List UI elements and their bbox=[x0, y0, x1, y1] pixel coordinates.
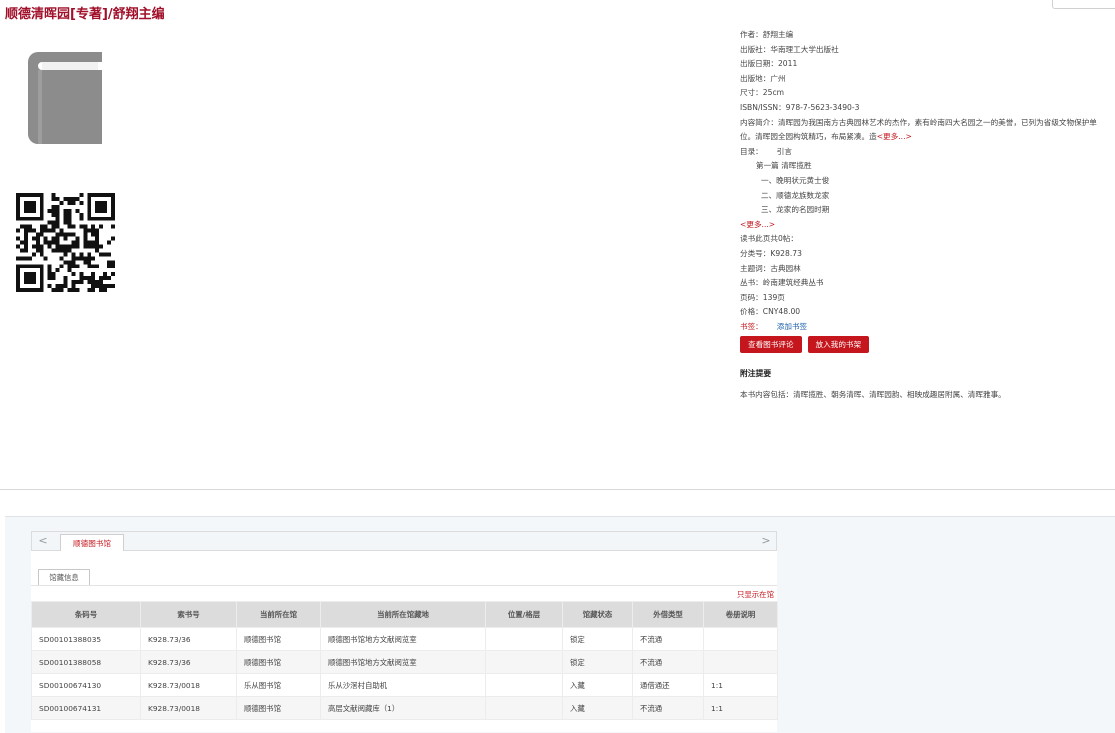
location-cell: 高层文献阅藏库（1） bbox=[320, 696, 486, 720]
qr-code-icon bbox=[16, 193, 115, 292]
volume-cell bbox=[703, 650, 778, 674]
size-line: 尺寸：25cm bbox=[740, 88, 785, 98]
bookmark-line: 书签： 添加书签 bbox=[740, 320, 1110, 335]
callno-cell: K928.73/0018 bbox=[140, 696, 237, 720]
library-tab-strip bbox=[31, 531, 777, 551]
isbn-line: ISBN/ISSN：978-7-5623-3490-3 bbox=[740, 102, 860, 112]
shelf-cell bbox=[485, 696, 563, 720]
column-header: 当前所在馆藏地 bbox=[320, 601, 486, 628]
tab-next-button[interactable]: > bbox=[757, 533, 775, 549]
shelf-cell bbox=[485, 673, 563, 697]
barcode-cell: SD00101388058 bbox=[31, 650, 141, 674]
author-line: 作者：舒翔主编 bbox=[740, 30, 794, 39]
summary-text: 内容简介：清晖园为我国南方古典园林艺术的杰作，素有岭南四大名园之一的美誉，已列为… bbox=[740, 117, 1097, 142]
volume-cell bbox=[703, 627, 778, 651]
volume-cell: 1:1 bbox=[703, 696, 778, 720]
notes-title: 附注提要 bbox=[740, 369, 772, 379]
loan-type-cell: 不流通 bbox=[632, 650, 704, 674]
toc-label: 目录： bbox=[740, 146, 763, 156]
view-reviews-button[interactable]: 查看图书评论 bbox=[740, 336, 802, 354]
toc-line: 二、顺德龙族数龙家 bbox=[761, 190, 830, 200]
toc-more-link[interactable]: <更多...> bbox=[740, 218, 1110, 233]
subject-line: 主题词：古典园林 bbox=[740, 263, 801, 273]
column-header: 索书号 bbox=[140, 601, 237, 628]
summary-more-link[interactable]: <更多...> bbox=[877, 132, 912, 141]
table-row: SD00101388035 K928.73/36 顺德图书馆 顺德图书馆地方文献… bbox=[31, 627, 778, 651]
location-cell: 顺德图书馆地方文献阅览室 bbox=[320, 650, 486, 674]
series-line: 丛书：岭南建筑经典丛书 bbox=[740, 278, 824, 288]
toc-line: 第一篇 清晖揽胜 bbox=[756, 161, 812, 171]
add-bookmark-link[interactable]: 添加书签 bbox=[763, 322, 807, 331]
status-cell: 入藏 bbox=[562, 696, 633, 720]
table-row: SD00100674131 K928.73/0018 顺德图书馆 高层文献阅藏库… bbox=[31, 696, 778, 720]
page-title: 顺德清晖园[专著]/舒翔主编 bbox=[5, 7, 165, 22]
status-cell: 锁定 bbox=[562, 650, 633, 674]
top-corner-widget[interactable] bbox=[1052, 0, 1115, 9]
loan-type-cell: 不流通 bbox=[632, 627, 704, 651]
status-cell: 入藏 bbox=[562, 673, 633, 697]
subtab-underline bbox=[31, 585, 777, 586]
column-header: 馆藏状态 bbox=[562, 601, 633, 628]
loan-type-cell: 不流通 bbox=[632, 696, 704, 720]
bookmark-label: 书签： bbox=[740, 321, 763, 331]
library-cell: 顺德图书馆 bbox=[236, 627, 321, 651]
classno-line: 分类号：K928.73 bbox=[740, 248, 802, 258]
toc-first-line: 目录： 引言 bbox=[740, 145, 1110, 160]
column-header: 条码号 bbox=[31, 601, 141, 628]
add-to-shelf-button[interactable]: 放入我的书架 bbox=[807, 336, 870, 354]
shelf-cell bbox=[485, 627, 563, 651]
pub-date-line: 出版日期：2011 bbox=[740, 59, 798, 69]
barcode-cell: SD00100674130 bbox=[31, 673, 141, 697]
table-row: SD00101388058 K928.73/36 顺德图书馆 顺德图书馆地方文献… bbox=[31, 650, 778, 674]
tab-shunde-library[interactable]: 顺德图书馆 bbox=[60, 534, 124, 551]
loan-type-cell: 通借通还 bbox=[632, 673, 704, 697]
library-cell: 顺德图书馆 bbox=[236, 650, 321, 674]
status-cell: 锁定 bbox=[562, 627, 633, 651]
table-row: SD00100674130 K928.73/0018 乐从图书馆 乐从沙滘村自助… bbox=[31, 673, 778, 697]
price-line: 价格：CNY48.00 bbox=[740, 307, 801, 317]
callno-cell: K928.73/36 bbox=[140, 650, 237, 674]
toc-line: 三、龙家的名园时期 bbox=[761, 205, 830, 215]
barcode-cell: SD00101388035 bbox=[31, 627, 141, 651]
section-divider bbox=[0, 489, 1115, 490]
holdings-table: 条码号 索书号 当前所在馆 当前所在馆藏地 位置/格层 馆藏状态 外借类型 卷册… bbox=[31, 601, 778, 720]
callno-cell: K928.73/0018 bbox=[140, 673, 237, 697]
pub-place-line: 出版地：广州 bbox=[740, 73, 786, 83]
column-header: 外借类型 bbox=[632, 601, 704, 628]
volume-cell: 1:1 bbox=[703, 673, 778, 697]
tab-prev-button[interactable]: < bbox=[34, 533, 52, 549]
library-cell: 乐从图书馆 bbox=[236, 673, 321, 697]
pages-line: 页码：139页 bbox=[740, 292, 785, 302]
publisher-line: 出版社：华南理工大学出版社 bbox=[740, 44, 839, 54]
column-header: 当前所在馆 bbox=[236, 601, 321, 628]
notes-text: 本书内容包括：清晖揽胜、朝务清晖、清晖园韵、相映成趣居附属、清晖雅事。 bbox=[740, 390, 1006, 400]
table-header-row: 条码号 索书号 当前所在馆 当前所在馆藏地 位置/格层 馆藏状态 外借类型 卷册… bbox=[31, 601, 778, 628]
column-header: 卷册说明 bbox=[703, 601, 778, 628]
toc-line: 引言 bbox=[776, 146, 792, 156]
toc-line: 一、晚明状元黄士俊 bbox=[761, 175, 830, 185]
book-metadata: 作者：舒翔主编 出版社：华南理工大学出版社 出版日期：2011 出版地：广州 尺… bbox=[740, 28, 1110, 403]
location-cell: 乐从沙滘村自助机 bbox=[320, 673, 486, 697]
location-cell: 顺德图书馆地方文献阅览室 bbox=[320, 627, 486, 651]
callno-cell: K928.73/36 bbox=[140, 627, 237, 651]
shelf-cell bbox=[485, 650, 563, 674]
reviews-line: 读书此页共0帖： bbox=[740, 234, 798, 244]
barcode-cell: SD00100674131 bbox=[31, 696, 141, 720]
summary-block: 内容简介：清晖园为我国南方古典园林艺术的杰作，素有岭南四大名园之一的美誉，已列为… bbox=[740, 116, 1110, 145]
tab-holdings-info[interactable]: 馆藏信息 bbox=[38, 569, 90, 586]
action-buttons: 查看图书评论 放入我的书架 bbox=[740, 336, 1110, 354]
only-show-available-link[interactable]: 只显示在馆 bbox=[737, 589, 774, 600]
library-cell: 顺德图书馆 bbox=[236, 696, 321, 720]
column-header: 位置/格层 bbox=[485, 601, 563, 628]
book-icon bbox=[28, 52, 102, 144]
